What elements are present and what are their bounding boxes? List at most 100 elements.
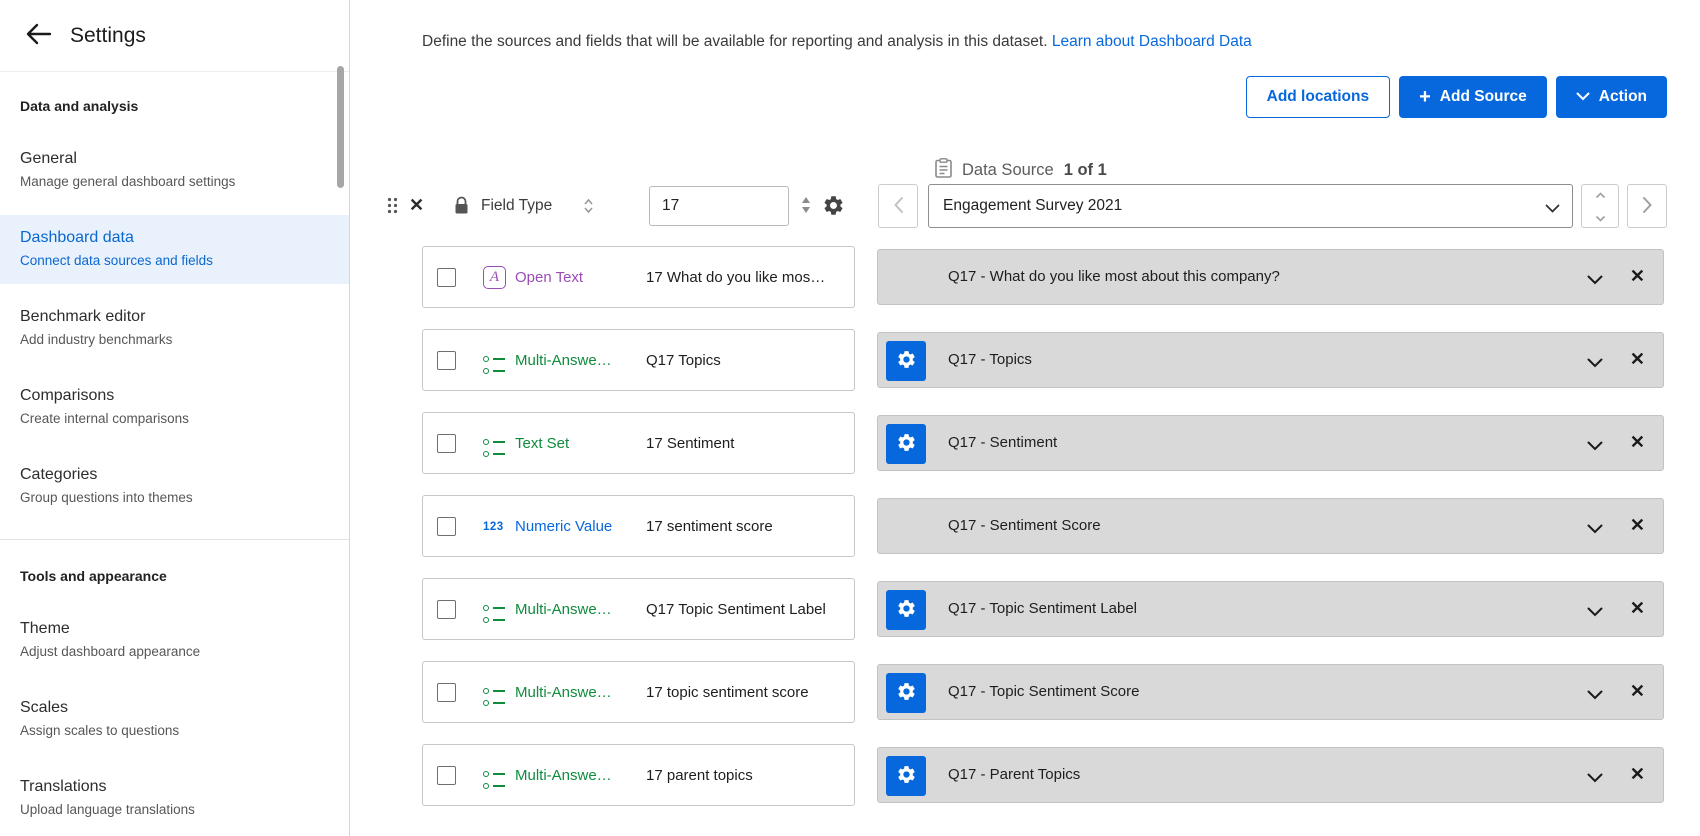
description-text: Define the sources and fields that will …	[422, 33, 1048, 50]
field-card[interactable]: Multi-Answe… 17 topic sentiment score	[422, 661, 855, 723]
multi-answer-icon	[483, 598, 509, 622]
field-card[interactable]: Multi-Answe… Q17 Topic Sentiment Label	[422, 578, 855, 640]
back-button[interactable]	[24, 21, 54, 51]
sidebar-section-heading: Data and analysis	[0, 98, 349, 114]
action-button[interactable]: Action	[1556, 76, 1667, 118]
field-row: Multi-Answe… 17 parent topics Q17 - Pare…	[422, 744, 1664, 806]
arrow-left-icon	[26, 23, 52, 48]
mapped-field-bar: Q17 - Sentiment ✕	[877, 415, 1664, 471]
field-type-column-label: Field Type	[481, 184, 552, 228]
sidebar-item-label: Categories	[20, 465, 329, 485]
chevron-down-icon[interactable]	[1587, 770, 1603, 788]
learn-about-dashboard-data-link[interactable]: Learn about Dashboard Data	[1052, 33, 1252, 50]
field-type-label: Numeric Value	[515, 496, 612, 558]
chevron-down-icon[interactable]	[1587, 272, 1603, 290]
sidebar-item-sublabel: Add industry benchmarks	[20, 330, 329, 349]
add-locations-button[interactable]: Add locations	[1246, 76, 1390, 118]
field-row: Text Set 17 Sentiment Q17 - Sentiment ✕	[422, 412, 1664, 474]
column-settings-gear-icon[interactable]	[822, 194, 845, 222]
chevron-down-icon[interactable]	[1587, 521, 1603, 539]
remove-field-icon[interactable]: ✕	[1630, 430, 1645, 455]
field-settings-button[interactable]	[886, 341, 926, 381]
chevron-down-icon	[1595, 209, 1606, 227]
field-filter-input[interactable]	[649, 186, 789, 226]
field-name: 17 sentiment score	[646, 496, 773, 558]
action-label: Action	[1599, 88, 1647, 106]
mapped-field-label: Q17 - Topic Sentiment Score	[948, 665, 1139, 719]
field-card[interactable]: 123 Numeric Value 17 sentiment score	[422, 495, 855, 557]
chevron-down-icon[interactable]	[1587, 604, 1603, 622]
text-set-icon	[483, 432, 509, 456]
chevron-down-icon[interactable]	[1587, 687, 1603, 705]
remove-field-icon[interactable]: ✕	[1630, 762, 1645, 787]
remove-field-icon[interactable]: ✕	[1630, 347, 1645, 372]
chevron-down-icon[interactable]	[1587, 355, 1603, 373]
field-checkbox[interactable]	[437, 600, 456, 619]
field-type-label: Open Text	[515, 247, 583, 309]
sidebar-item-theme[interactable]: Theme Adjust dashboard appearance	[0, 606, 349, 675]
sidebar-item-general[interactable]: General Manage general dashboard setting…	[0, 136, 349, 205]
field-checkbox[interactable]	[437, 268, 456, 287]
sidebar-item-sublabel: Assign scales to questions	[20, 721, 329, 740]
field-card[interactable]: A Open Text 17 What do you like mos…	[422, 246, 855, 308]
field-name: Q17 Topic Sentiment Label	[646, 579, 826, 641]
close-icon[interactable]: ✕	[409, 193, 424, 218]
dashboard-data-panel: Define the sources and fields that will …	[351, 0, 1700, 836]
field-settings-button[interactable]	[886, 756, 926, 796]
data-source-selected-value: Engagement Survey 2021	[929, 185, 1572, 227]
sort-icon[interactable]	[583, 198, 594, 219]
previous-source-button[interactable]	[878, 184, 918, 228]
field-row: Multi-Answe… Q17 Topic Sentiment Label Q…	[422, 578, 1664, 640]
sidebar-item-label: Comparisons	[20, 386, 329, 406]
sidebar-item-translations[interactable]: Translations Upload language translation…	[0, 764, 349, 833]
sidebar-item-sublabel: Create internal comparisons	[20, 409, 329, 428]
chevron-down-icon	[1576, 88, 1590, 106]
next-source-button[interactable]	[1627, 184, 1667, 228]
stepper-icon[interactable]	[802, 197, 810, 213]
mapped-field-bar: Q17 - Topic Sentiment Label ✕	[877, 581, 1664, 637]
open-text-icon: A	[483, 266, 509, 290]
remove-field-icon[interactable]: ✕	[1630, 596, 1645, 621]
sidebar-item-label: Scales	[20, 698, 329, 718]
remove-field-icon[interactable]: ✕	[1630, 679, 1645, 704]
field-row: 123 Numeric Value 17 sentiment score Q17…	[422, 495, 1664, 557]
sidebar-item-benchmark-editor[interactable]: Benchmark editor Add industry benchmarks	[0, 294, 349, 363]
field-type-label: Multi-Answe…	[515, 330, 612, 392]
field-card[interactable]: Multi-Answe… 17 parent topics	[422, 744, 855, 806]
sidebar-item-categories[interactable]: Categories Group questions into themes	[0, 452, 349, 521]
sidebar-scrollbar[interactable]	[337, 66, 344, 188]
field-settings-button[interactable]	[886, 424, 926, 464]
field-row: Multi-Answe… Q17 Topics Q17 - Topics ✕	[422, 329, 1664, 391]
source-stepper[interactable]	[1581, 184, 1619, 228]
gear-icon	[896, 681, 917, 705]
remove-field-icon[interactable]: ✕	[1630, 264, 1645, 289]
add-source-button[interactable]: + Add Source	[1399, 76, 1547, 118]
gear-icon	[896, 432, 917, 456]
sidebar-item-scales[interactable]: Scales Assign scales to questions	[0, 685, 349, 754]
multi-answer-icon	[483, 349, 509, 373]
field-card[interactable]: Text Set 17 Sentiment	[422, 412, 855, 474]
sidebar-item-label: General	[20, 149, 329, 169]
sidebar-item-sublabel: Manage general dashboard settings	[20, 172, 329, 191]
field-card[interactable]: Multi-Answe… Q17 Topics	[422, 329, 855, 391]
field-settings-button[interactable]	[886, 590, 926, 630]
field-checkbox[interactable]	[437, 434, 456, 453]
remove-field-icon[interactable]: ✕	[1630, 513, 1645, 538]
sidebar-item-dashboard-data[interactable]: Dashboard data Connect data sources and …	[0, 215, 349, 284]
lock-icon[interactable]	[454, 196, 469, 220]
field-checkbox[interactable]	[437, 683, 456, 702]
chevron-left-icon	[893, 196, 904, 217]
drag-handle-icon[interactable]	[387, 197, 398, 219]
mapped-field-label: Q17 - Topics	[948, 333, 1032, 387]
data-source-select[interactable]: Engagement Survey 2021	[928, 184, 1573, 228]
field-checkbox[interactable]	[437, 351, 456, 370]
numeric-value-icon: 123	[483, 515, 509, 539]
sidebar-item-comparisons[interactable]: Comparisons Create internal comparisons	[0, 373, 349, 442]
clipboard-icon	[935, 158, 952, 183]
field-checkbox[interactable]	[437, 517, 456, 536]
action-buttons: Add locations + Add Source Action	[1246, 76, 1667, 118]
field-checkbox[interactable]	[437, 766, 456, 785]
chevron-down-icon[interactable]	[1587, 438, 1603, 456]
chevron-right-icon	[1642, 196, 1653, 217]
field-settings-button[interactable]	[886, 673, 926, 713]
